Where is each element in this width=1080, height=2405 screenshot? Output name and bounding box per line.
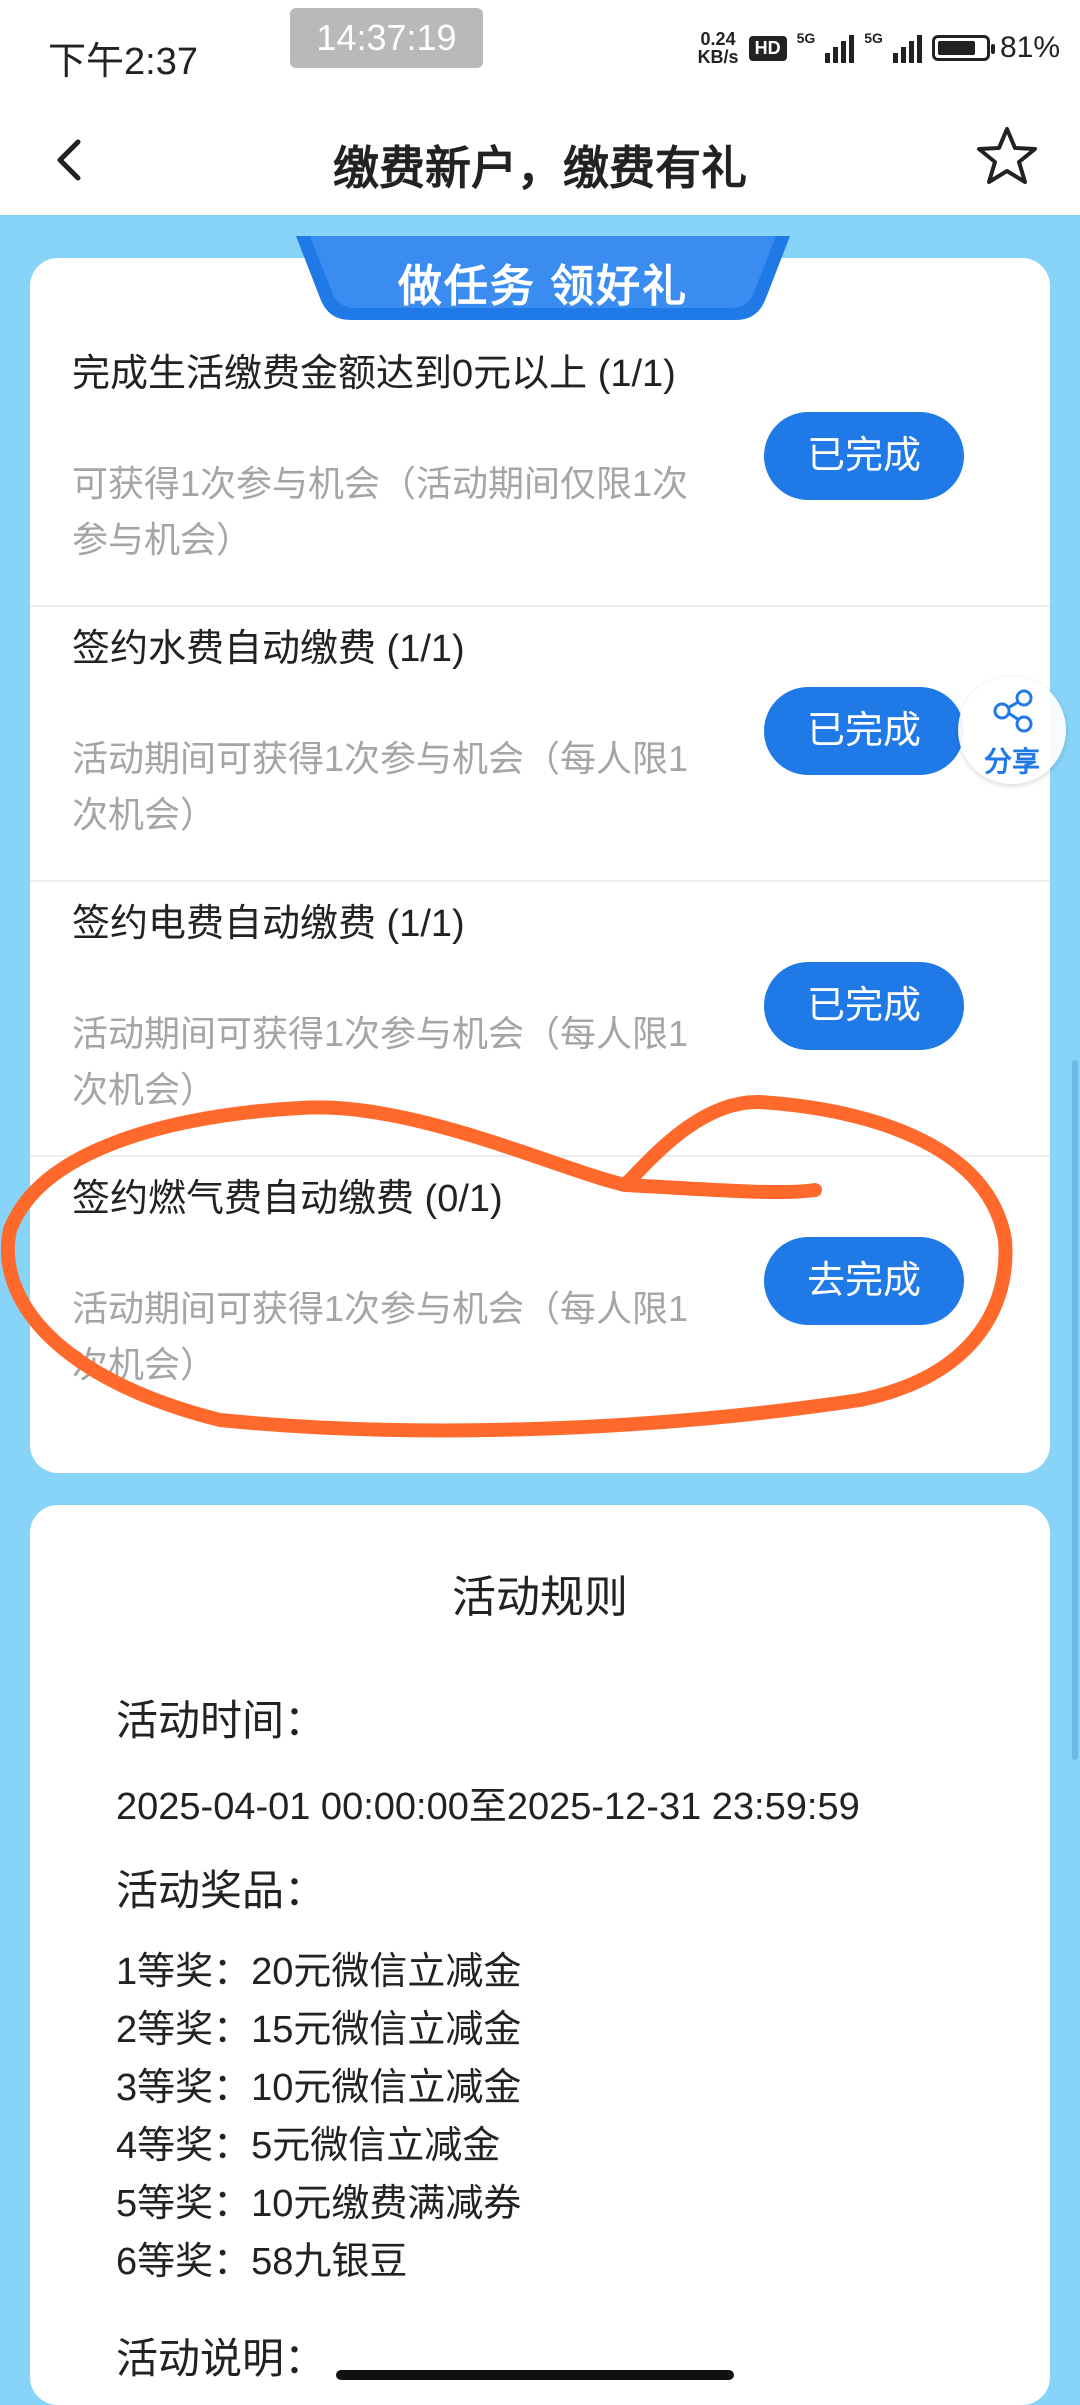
prize-item: 5等奖：10元缴费满减券: [116, 2183, 522, 2225]
prize-item: 3等奖：10元微信立减金: [116, 2067, 522, 2109]
task-status-button[interactable]: 已完成: [764, 412, 964, 500]
rules-title: 活动规则: [452, 1573, 628, 1622]
prize-item: 4等奖：5元微信立减金: [116, 2125, 501, 2167]
nav-header: 缴费新户，缴费有礼: [0, 110, 1080, 215]
activity-time-value: 2025-04-01 00:00:00至2025-12-31 23:59:59: [116, 1786, 860, 1828]
status-icons: 0.24 KB/s HD 5G 5G 81%: [698, 30, 1060, 66]
banner-text: 做任务 领好礼: [397, 262, 689, 311]
status-bar: 下午2:37 14:37:19 0.24 KB/s HD 5G 5G 81%: [0, 0, 1080, 110]
task-title: 签约燃气费自动缴费 (0/1): [72, 1178, 503, 1220]
task-title: 完成生活缴费金额达到0元以上 (1/1): [72, 353, 676, 395]
prize-item: 1等奖：20元微信立减金: [116, 1951, 522, 1993]
task-desc: 活动期间可获得1次参与机会（每人限1次机会）: [72, 738, 689, 835]
net-speed: 0.24 KB/s: [698, 30, 739, 66]
task-row: 签约燃气费自动缴费 (0/1) 活动期间可获得1次参与机会（每人限1次机会） 去…: [30, 1155, 1050, 1430]
task-title: 签约电费自动缴费 (1/1): [72, 903, 465, 945]
share-label: 分享: [983, 746, 1040, 777]
task-title: 签约水费自动缴费 (1/1): [72, 628, 465, 670]
task-row: 签约水费自动缴费 (1/1) 活动期间可获得1次参与机会（每人限1次机会） 已完…: [30, 605, 1050, 882]
scrollbar[interactable]: [1072, 1060, 1078, 1760]
net-speed-value: 0.24: [700, 29, 736, 49]
task-desc: 可获得1次参与机会（活动期间仅限1次参与机会）: [72, 463, 689, 560]
hd-badge: HD: [748, 35, 787, 61]
task-row: 完成生活缴费金额达到0元以上 (1/1) 可获得1次参与机会（活动期间仅限1次参…: [30, 330, 1050, 607]
activity-desc-label: 活动说明：: [116, 2335, 327, 2382]
task-desc: 活动期间可获得1次参与机会（每人限1次机会）: [72, 1013, 689, 1110]
share-button[interactable]: 分享: [958, 676, 1066, 784]
battery-fill: [937, 41, 975, 55]
share-icon: [993, 689, 1033, 733]
clock-overlay: 14:37:19: [290, 8, 483, 68]
task-status-button[interactable]: 已完成: [764, 687, 964, 775]
task-desc: 活动期间可获得1次参与机会（每人限1次机会）: [72, 1288, 689, 1385]
network-label-2: 5G: [864, 30, 883, 46]
battery-percent: 81%: [999, 31, 1060, 64]
activity-prize-label: 活动奖品：: [116, 1867, 327, 1914]
task-banner: 做任务 领好礼: [296, 236, 790, 320]
prize-item: 6等奖：58九银豆: [116, 2241, 408, 2283]
prize-list: 1等奖：20元微信立减金 2等奖：15元微信立减金 3等奖：10元微信立减金 4…: [116, 1943, 521, 2291]
task-status-button[interactable]: 已完成: [764, 962, 964, 1050]
status-time: 下午2:37: [48, 41, 198, 83]
star-outline-icon[interactable]: [974, 124, 1040, 190]
network-label-1: 5G: [796, 30, 816, 46]
activity-time-label: 活动时间：: [116, 1697, 327, 1744]
page-title: 缴费新户，缴费有礼: [333, 142, 747, 194]
signal-icon-1: [825, 33, 855, 63]
go-complete-button[interactable]: 去完成: [764, 1237, 964, 1325]
rules-card: 活动规则 活动时间： 2025-04-01 00:00:00至2025-12-3…: [30, 1505, 1050, 2405]
signal-icon-2: [892, 33, 922, 63]
prize-item: 2等奖：15元微信立减金: [116, 2009, 522, 2051]
home-indicator[interactable]: [336, 2370, 734, 2380]
net-speed-unit: KB/s: [697, 47, 739, 67]
battery-icon: [931, 35, 995, 61]
task-row: 签约电费自动缴费 (1/1) 活动期间可获得1次参与机会（每人限1次机会） 已完…: [30, 880, 1050, 1157]
